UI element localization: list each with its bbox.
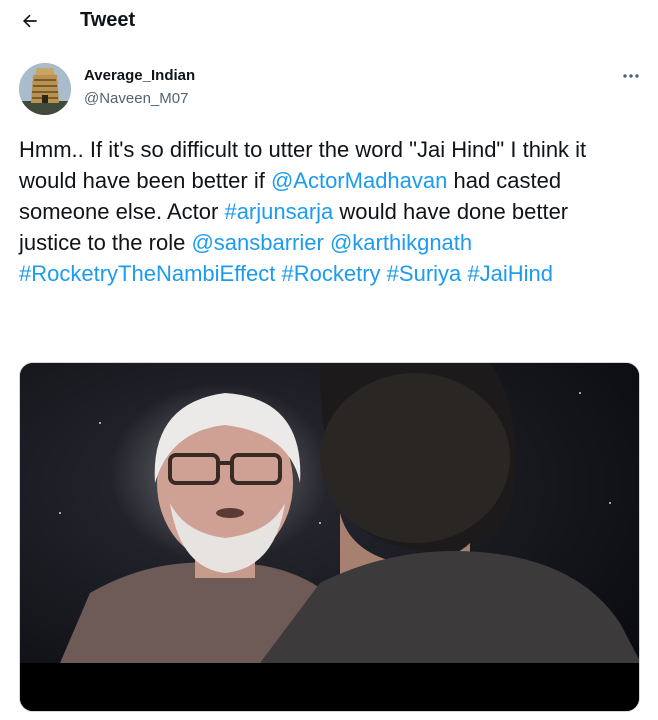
- arrow-left-icon: [23, 14, 37, 28]
- temple-avatar-image: [19, 63, 71, 115]
- video-still-image: [20, 363, 639, 711]
- mention-link[interactable]: @ActorMadhavan: [271, 168, 447, 193]
- tweet-media-image[interactable]: [19, 362, 640, 712]
- tweet-text: Hmm.. If it's so difficult to utter the …: [19, 134, 619, 289]
- more-horizontal-icon: [623, 74, 639, 78]
- author-username[interactable]: @Naveen_M07: [84, 90, 188, 107]
- back-button[interactable]: [14, 7, 46, 35]
- avatar[interactable]: [19, 63, 71, 115]
- page-header: Tweet: [0, 0, 658, 42]
- author-display-name[interactable]: Average_Indian: [84, 67, 195, 84]
- mention-link[interactable]: @sansbarrier: [191, 230, 323, 255]
- mention-link[interactable]: @karthikgnath: [330, 230, 472, 255]
- hashtag-link[interactable]: #JaiHind: [467, 261, 553, 286]
- hashtag-link[interactable]: #arjunsarja: [224, 199, 333, 224]
- hashtag-link[interactable]: #RocketryTheNambiEffect: [19, 261, 275, 286]
- hashtag-link[interactable]: #Suriya: [387, 261, 462, 286]
- more-options-button[interactable]: [616, 66, 646, 86]
- page-title: Tweet: [80, 9, 136, 31]
- hashtag-link[interactable]: #Rocketry: [282, 261, 381, 286]
